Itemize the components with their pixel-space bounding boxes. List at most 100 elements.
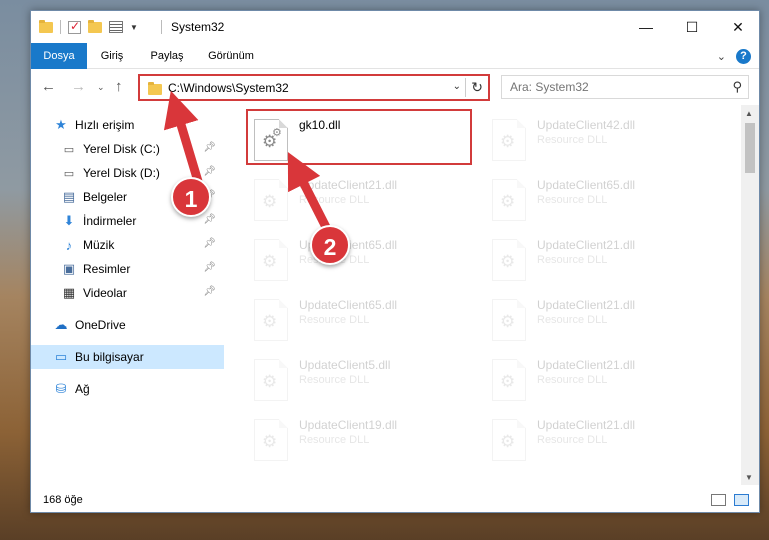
ribbon-controls: ⌄ ? xyxy=(717,49,751,64)
drive-icon: ▭ xyxy=(63,167,75,180)
tab-home[interactable]: Giriş xyxy=(87,43,137,69)
sidebar-item-label: İndirmeler xyxy=(83,214,137,228)
file-tile[interactable]: ⚙ UpdateClient42.dll Resource DLL xyxy=(488,113,718,169)
gear-icon: ⚙ xyxy=(500,432,516,451)
pin-icon[interactable]: 📌︎ xyxy=(203,286,216,297)
sidebar-item-pictures[interactable]: ▣ Resimler 📌︎ xyxy=(31,257,224,281)
file-name: UpdateClient19.dll xyxy=(299,418,398,432)
file-name: UpdateClient42.dll xyxy=(537,118,636,132)
tiles-view-icon[interactable] xyxy=(734,494,749,506)
help-icon[interactable]: ? xyxy=(736,49,751,64)
sidebar-item-label: Hızlı erişim xyxy=(75,118,135,132)
dll-file-icon: ⚙ xyxy=(492,299,526,341)
file-tile[interactable]: ⚙ UpdateClient65.dll Resource DLL xyxy=(250,233,480,289)
pin-icon[interactable]: 📌︎ xyxy=(203,166,216,177)
file-tile[interactable]: ⚙ UpdateClient65.dll Resource DLL xyxy=(250,293,480,349)
back-arrow-icon[interactable]: ← xyxy=(41,78,56,95)
tab-view[interactable]: Görünüm xyxy=(197,43,265,69)
gear-icon: ⚙ xyxy=(262,432,278,451)
customize-toolbar-icon[interactable] xyxy=(109,21,123,33)
scroll-down-icon[interactable]: ▼ xyxy=(745,473,753,482)
item-count: 168 öğe xyxy=(43,494,83,506)
pin-icon[interactable]: 📌︎ xyxy=(203,214,216,225)
up-arrow-icon[interactable]: ↑ xyxy=(115,78,123,95)
scroll-thumb[interactable] xyxy=(745,123,755,173)
dll-file-icon: ⚙ xyxy=(254,359,288,401)
tab-file[interactable]: Dosya xyxy=(31,43,87,69)
videos-icon: ▦ xyxy=(62,285,76,300)
expand-ribbon-icon[interactable]: ⌄ xyxy=(717,50,726,63)
file-tile[interactable]: ⚙ UpdateClient21.dll Resource DLL xyxy=(488,233,718,289)
search-input[interactable] xyxy=(510,80,720,94)
sidebar-item-videos[interactable]: ▦ Videolar 📌︎ xyxy=(31,281,224,305)
details-view-icon[interactable] xyxy=(711,494,726,506)
file-tile[interactable]: ⚙ UpdateClient21.dll Resource DLL xyxy=(488,353,718,409)
minimize-button[interactable]: — xyxy=(623,11,669,43)
sidebar-item-local-disk-c[interactable]: ▭ Yerel Disk (C:) 📌︎ xyxy=(31,137,224,161)
step-callout-1: 1 xyxy=(171,177,211,217)
pin-icon[interactable]: 📌︎ xyxy=(203,238,216,249)
file-tile[interactable]: ⚙ UpdateClient5.dll Resource DLL xyxy=(250,353,480,409)
file-type: Resource DLL xyxy=(537,254,608,266)
file-name: UpdateClient65.dll xyxy=(537,178,636,192)
dll-file-icon: ⚙ xyxy=(492,179,526,221)
sidebar-item-label: Müzik xyxy=(83,238,115,252)
file-tile[interactable]: ⚙ UpdateClient21.dll Resource DLL xyxy=(250,173,480,229)
title-divider xyxy=(161,20,162,34)
close-button[interactable]: ✕ xyxy=(715,11,761,43)
tab-share[interactable]: Paylaş xyxy=(139,43,195,69)
pin-icon[interactable]: 📌︎ xyxy=(203,262,216,273)
refresh-icon[interactable]: ↻ xyxy=(471,79,483,96)
recent-locations-chevron-icon[interactable]: ⌄ xyxy=(97,82,105,93)
view-buttons xyxy=(711,494,749,506)
dll-file-icon: ⚙ xyxy=(254,299,288,341)
file-tile[interactable]: ⚙ UpdateClient19.dll Resource DLL xyxy=(250,413,480,469)
file-tile[interactable]: ⚙ UpdateClient21.dll Resource DLL xyxy=(488,293,718,349)
sidebar-item-this-pc[interactable]: ▭ Bu bilgisayar xyxy=(31,345,224,369)
sidebar-item-label: Ağ xyxy=(75,382,90,396)
file-type: Resource DLL xyxy=(299,374,370,386)
file-tile[interactable]: ⚙ UpdateClient65.dll Resource DLL xyxy=(488,173,718,229)
file-type: Resource DLL xyxy=(537,194,608,206)
sidebar-item-network[interactable]: ⛁ Ağ xyxy=(31,377,224,401)
search-icon[interactable]: ⚲ xyxy=(732,79,742,95)
file-type: Resource DLL xyxy=(537,434,608,446)
address-history-chevron-icon[interactable]: ⌄ xyxy=(453,81,461,92)
scroll-up-icon[interactable]: ▲ xyxy=(745,109,753,118)
window-title: System32 xyxy=(171,20,225,34)
vertical-scrollbar[interactable]: ▲ ▼ xyxy=(741,105,759,485)
gear-icon: ⚙ xyxy=(500,192,516,211)
file-tile[interactable]: ⚙ UpdateClient21.dll Resource DLL xyxy=(488,413,718,469)
search-box[interactable]: ⚲ xyxy=(501,75,749,99)
maximize-button[interactable]: ☐ xyxy=(669,11,715,43)
properties-check-icon[interactable] xyxy=(68,19,81,34)
sidebar-item-label: OneDrive xyxy=(75,318,126,332)
star-icon: ★ xyxy=(55,117,67,132)
sidebar-item-label: Videolar xyxy=(83,286,127,300)
dll-file-icon: ⚙ xyxy=(492,419,526,461)
forward-arrow-icon[interactable]: → xyxy=(71,78,86,95)
step-callout-2: 2 xyxy=(310,225,350,265)
sidebar-item-music[interactable]: ♪ Müzik 📌︎ xyxy=(31,233,224,257)
address-path[interactable]: C:\Windows\System32 xyxy=(168,81,289,95)
dll-file-icon: ⚙ xyxy=(254,179,288,221)
navigation-pane: ★ Hızlı erişim ▭ Yerel Disk (C:) 📌︎ ▭ Ye… xyxy=(31,105,226,485)
gear-icon: ⚙ xyxy=(262,312,278,331)
file-name: UpdateClient21.dll xyxy=(537,238,636,252)
gear-icon: ⚙ xyxy=(262,252,278,271)
file-name: UpdateClient5.dll xyxy=(299,358,391,372)
pin-icon[interactable]: 📌︎ xyxy=(203,142,216,153)
file-name: UpdateClient21.dll xyxy=(537,418,636,432)
new-folder-icon[interactable] xyxy=(88,19,102,33)
address-divider xyxy=(465,78,466,97)
chevron-down-icon[interactable]: ▼ xyxy=(130,23,138,32)
download-icon: ⬇ xyxy=(63,213,75,228)
file-name: UpdateClient65.dll xyxy=(299,298,398,312)
address-bar[interactable]: C:\Windows\System32 ⌄ ↻ xyxy=(138,74,490,101)
sidebar-item-onedrive[interactable]: ☁ OneDrive xyxy=(31,313,224,337)
gear-icon: ⚙ xyxy=(262,192,278,211)
sidebar-item-quick-access[interactable]: ★ Hızlı erişim xyxy=(31,113,224,137)
gear-icon: ⚙ xyxy=(500,252,516,271)
file-type: Resource DLL xyxy=(537,134,608,146)
sidebar-item-label: Yerel Disk (D:) xyxy=(83,166,160,180)
